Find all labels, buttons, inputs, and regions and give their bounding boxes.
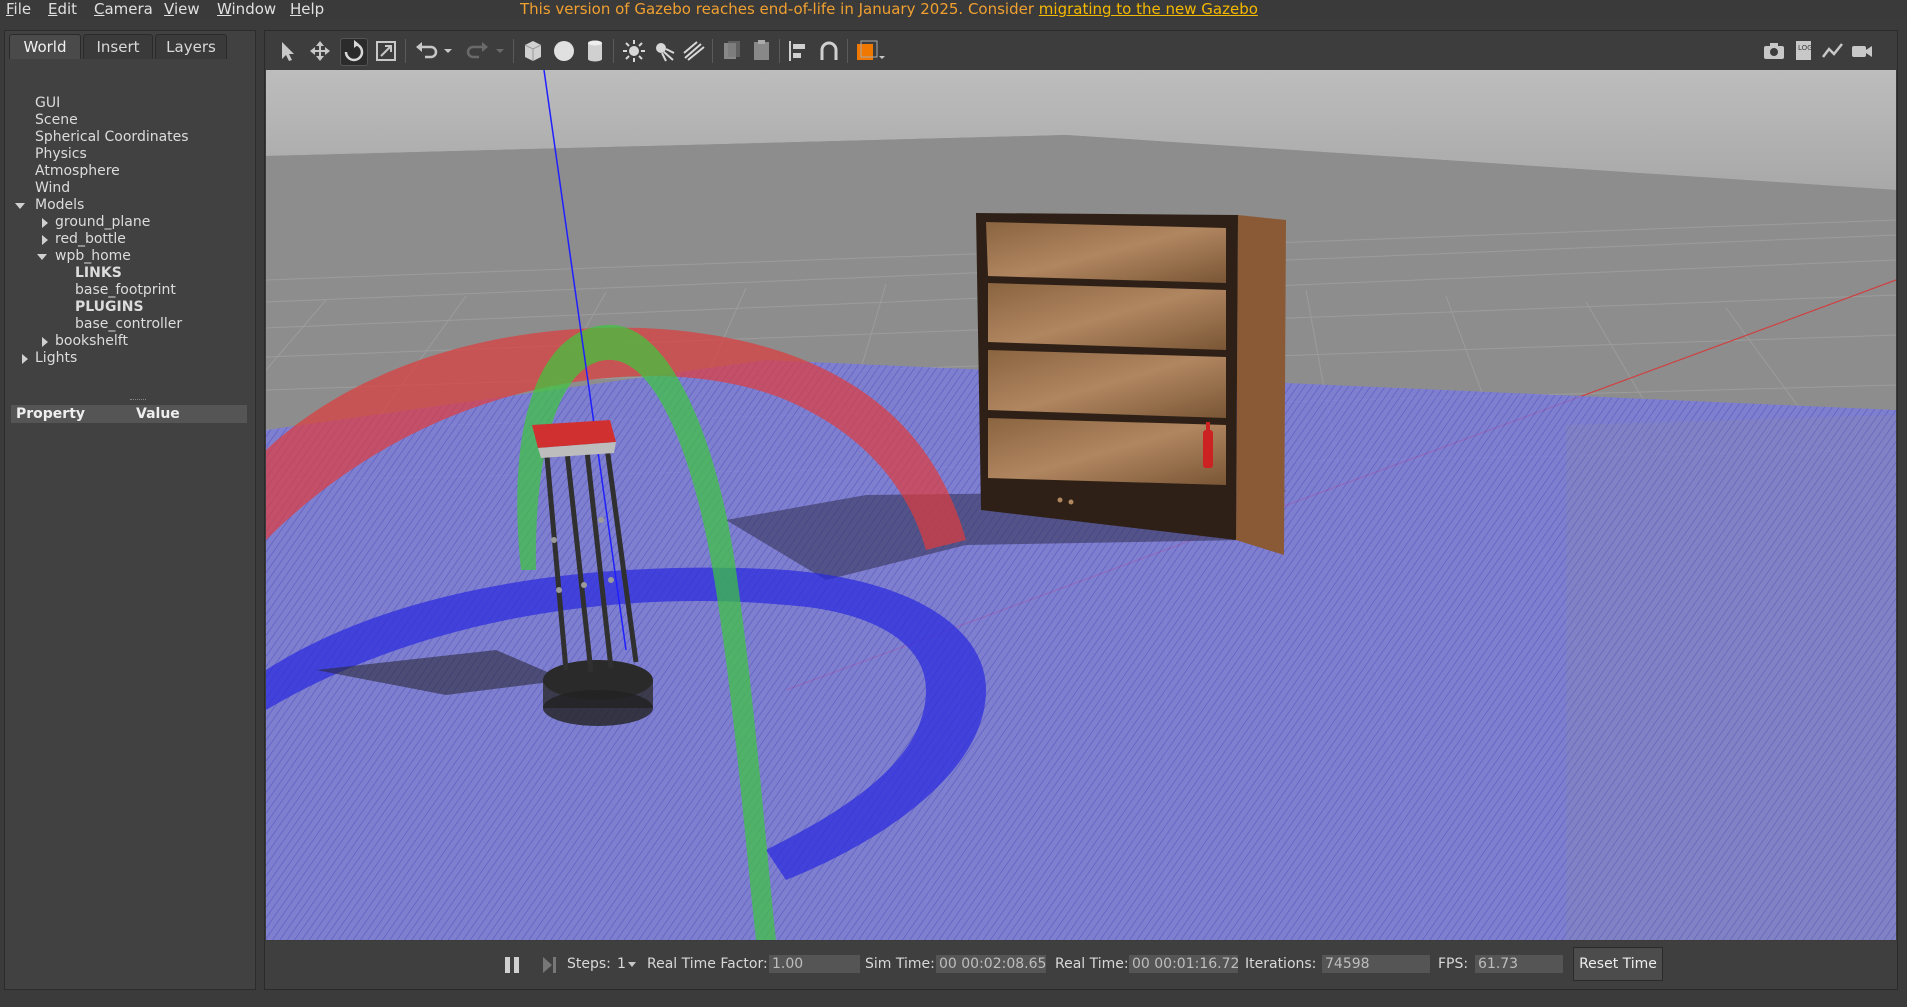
pause-icon[interactable]: [503, 955, 521, 975]
rotate-icon[interactable]: [340, 38, 368, 66]
log-icon[interactable]: LOG: [1791, 38, 1817, 64]
tree-item-base-controller[interactable]: base_controller: [75, 316, 182, 333]
menu-camera[interactable]: Camera: [94, 0, 153, 18]
3d-viewport[interactable]: [266, 70, 1896, 940]
directional-light-icon[interactable]: [681, 38, 707, 64]
tree-item-plugins: PLUGINS: [75, 299, 144, 315]
redo-icon[interactable]: [465, 38, 491, 64]
simulation-bar: Steps: 1 Real Time Factor: 1.00 Sim Time…: [265, 941, 1897, 989]
copy-icon[interactable]: [719, 38, 745, 64]
record-video-icon[interactable]: [1849, 38, 1875, 64]
translate-icon[interactable]: [307, 38, 333, 64]
property-column-header: Property: [16, 406, 86, 422]
toolbar-separator: [712, 39, 713, 63]
toolbar-separator: [513, 39, 514, 63]
toolbar-separator: [613, 39, 614, 63]
tree-item-wpb-home[interactable]: wpb_home: [55, 248, 131, 265]
sphere-icon[interactable]: [551, 38, 577, 64]
scale-icon[interactable]: [373, 38, 399, 64]
tree-item-ground-plane[interactable]: ground_plane: [55, 214, 150, 231]
tree-item-wind[interactable]: Wind: [35, 180, 70, 197]
tree-item-links: LINKS: [75, 265, 122, 281]
toolbar-separator: [779, 39, 780, 63]
collapse-models-icon[interactable]: [15, 203, 25, 209]
real-time-factor-value: 1.00: [769, 955, 860, 973]
tree-item-spherical-coordinates[interactable]: Spherical Coordinates: [35, 129, 189, 146]
menu-window[interactable]: Window: [217, 0, 276, 18]
real-time-value: 00 00:01:16.728: [1129, 955, 1238, 973]
value-column-header: Value: [136, 406, 180, 422]
iterations-value: 74598: [1322, 955, 1430, 973]
tree-item-atmosphere[interactable]: Atmosphere: [35, 163, 120, 180]
toolbar: LOG: [265, 31, 1897, 69]
toolbar-separator: [847, 39, 848, 63]
tree-item-gui[interactable]: GUI: [35, 95, 60, 112]
tree-item-red-bottle[interactable]: red_bottle: [55, 231, 126, 248]
migration-link[interactable]: migrating to the new Gazebo: [1039, 0, 1258, 18]
menu-view[interactable]: View: [164, 0, 200, 18]
view-angle-icon[interactable]: [853, 38, 887, 64]
expand-lights-icon[interactable]: [22, 354, 28, 364]
paste-icon[interactable]: [749, 38, 775, 64]
tree-item-bookshelft[interactable]: bookshelft: [55, 333, 128, 350]
spot-light-icon[interactable]: [651, 38, 677, 64]
expand-red-bottle-icon[interactable]: [42, 235, 48, 245]
menu-edit[interactable]: Edit: [48, 0, 77, 18]
tree-item-base-footprint[interactable]: base_footprint: [75, 282, 176, 299]
tab-layers[interactable]: Layers: [155, 34, 227, 59]
step-icon[interactable]: [540, 955, 558, 975]
scene-render: [266, 70, 1896, 940]
steps-chevron-down-icon[interactable]: [627, 961, 637, 969]
steps-label: Steps:: [567, 956, 611, 972]
expand-bookshelft-icon[interactable]: [42, 337, 48, 347]
sim-time-label: Sim Time:: [865, 956, 935, 972]
panel-splitter[interactable]: [130, 399, 146, 402]
collapse-wpb-home-icon[interactable]: [37, 254, 47, 260]
real-time-label: Real Time:: [1055, 956, 1129, 972]
expand-ground-plane-icon[interactable]: [42, 218, 48, 228]
redo-history-chevron-down-icon[interactable]: [493, 38, 507, 64]
red-bottle[interactable]: [1203, 430, 1213, 468]
plot-icon[interactable]: [1820, 38, 1846, 64]
tab-insert[interactable]: Insert: [83, 34, 153, 59]
box-icon[interactable]: [520, 38, 546, 64]
screenshot-icon[interactable]: [1761, 38, 1787, 64]
tab-world[interactable]: World: [9, 34, 81, 59]
align-icon[interactable]: [785, 38, 811, 64]
real-time-factor-label: Real Time Factor:: [647, 956, 768, 972]
snap-icon[interactable]: [816, 38, 842, 64]
menu-file[interactable]: File: [6, 0, 31, 18]
fps-label: FPS:: [1438, 956, 1469, 972]
menubar: File Edit Camera View Window Help This v…: [0, 0, 1907, 18]
cylinder-icon[interactable]: [582, 38, 608, 64]
tree-item-lights[interactable]: Lights: [35, 350, 77, 367]
main-area: LOG Steps: 1 Real Time Factor: 1.00 Sim …: [264, 30, 1898, 990]
point-light-icon[interactable]: [621, 38, 647, 64]
tree-item-scene[interactable]: Scene: [35, 112, 78, 129]
eol-notice: This version of Gazebo reaches end-of-li…: [520, 0, 1258, 18]
left-panel: World Insert Layers GUI Scene Spherical …: [4, 30, 256, 990]
toolbar-separator: [405, 39, 406, 63]
steps-value[interactable]: 1: [617, 956, 626, 972]
sim-time-value: 00 00:02:08.658: [936, 955, 1046, 973]
select-arrow-icon[interactable]: [275, 38, 301, 64]
tree-item-physics[interactable]: Physics: [35, 146, 87, 163]
svg-text:LOG: LOG: [1798, 44, 1813, 52]
bookshelf[interactable]: [976, 213, 1286, 555]
iterations-label: Iterations:: [1245, 956, 1317, 972]
menu-help[interactable]: Help: [290, 0, 324, 18]
fps-value: 61.73: [1475, 955, 1563, 973]
undo-history-chevron-down-icon[interactable]: [441, 38, 455, 64]
tree-item-models[interactable]: Models: [35, 197, 84, 214]
property-table-header: Property Value: [11, 405, 247, 423]
reset-time-button[interactable]: Reset Time: [1573, 947, 1663, 981]
undo-icon[interactable]: [413, 38, 439, 64]
